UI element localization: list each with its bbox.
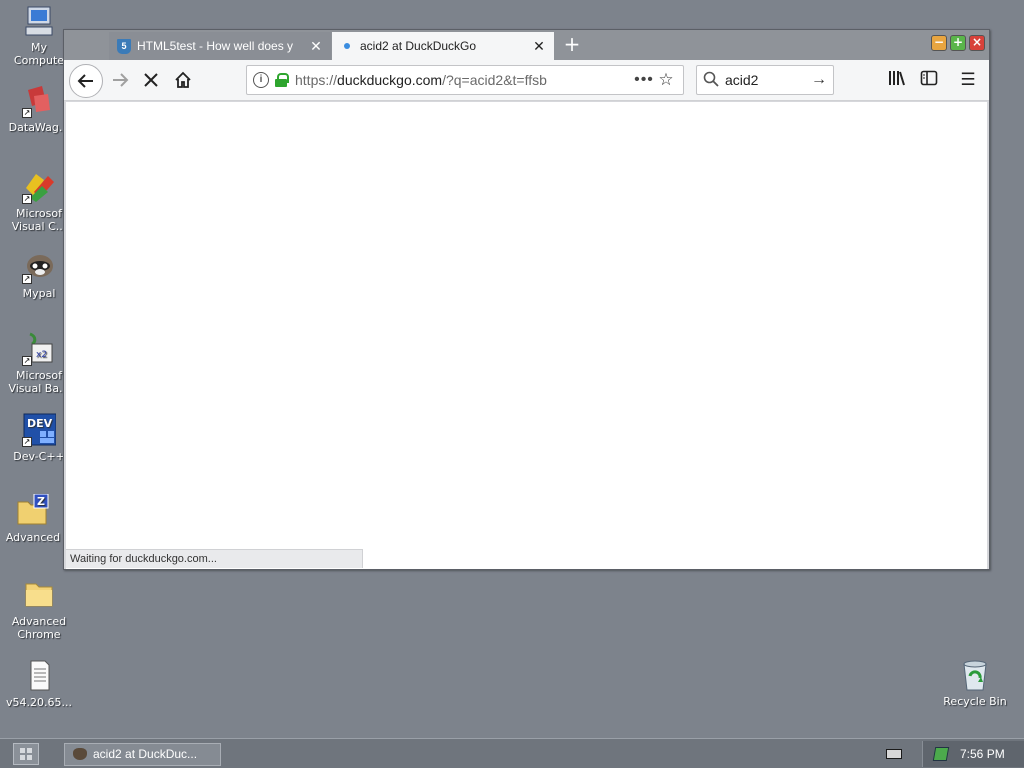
url-text[interactable]: https://duckduckgo.com/?q=acid2&t=ffsb	[295, 72, 633, 88]
desktop-icon-advanced[interactable]: Z Advanced	[0, 493, 71, 544]
bookmark-star-icon[interactable]: ☆	[655, 70, 677, 90]
shortcut-arrow-icon: ↗	[22, 194, 32, 204]
minimize-button[interactable]: −	[931, 35, 947, 51]
shortcut-arrow-icon: ↗	[22, 437, 32, 447]
search-go-icon[interactable]: →	[809, 71, 827, 89]
start-grid-icon	[20, 748, 25, 753]
start-grid-icon	[20, 755, 25, 760]
desktop-icon-label: Advanced	[5, 531, 61, 544]
arrow-right-icon	[113, 73, 129, 87]
desktop-icon-label: v54.20.65...	[6, 696, 72, 709]
tab-label: acid2 at DuckDuckGo	[360, 39, 477, 53]
visual-basic-icon: x2 ↗	[22, 332, 56, 366]
url-path: /?q=acid2&t=ffsb	[442, 72, 547, 88]
visual-c-icon: ↗	[22, 170, 56, 204]
status-bar: Waiting for duckduckgo.com...	[66, 549, 363, 568]
taskbar: acid2 at DuckDuc... 7:56 PM	[0, 738, 1024, 768]
svg-text:Z: Z	[37, 495, 45, 508]
shortcut-arrow-icon: ↗	[22, 356, 32, 366]
keyboard-icon[interactable]	[886, 749, 902, 759]
start-grid-icon	[27, 748, 32, 753]
stop-button[interactable]	[136, 66, 166, 96]
folder-icon	[22, 578, 56, 612]
home-icon	[175, 71, 191, 88]
svg-text:DEV: DEV	[27, 417, 53, 430]
close-tab-icon[interactable]: ✕	[532, 38, 546, 55]
datawag-icon: ↗	[22, 84, 56, 118]
tab-bar: 5 HTML5test - How well does y ✕ acid2 at…	[64, 30, 989, 60]
navigation-toolbar: i https://duckduckgo.com/?q=acid2&t=ffsb…	[64, 60, 989, 101]
library-icon[interactable]	[886, 70, 908, 90]
hamburger-menu-icon[interactable]: ☰	[957, 70, 979, 90]
computer-icon	[22, 4, 56, 38]
system-tray: 7:56 PM	[922, 741, 1024, 767]
page-actions-icon[interactable]: •••	[633, 71, 655, 89]
sidebar-icon[interactable]	[918, 70, 940, 90]
stop-x-icon	[144, 73, 158, 87]
recycle-bin-icon	[958, 658, 992, 692]
page-content	[66, 102, 987, 569]
start-button[interactable]	[13, 743, 39, 765]
mypal-icon	[73, 748, 87, 760]
start-grid-icon	[27, 755, 32, 760]
html5-icon: 5	[117, 38, 131, 54]
text-file-icon	[22, 659, 56, 693]
arrow-left-icon	[77, 74, 93, 88]
tab-acid2[interactable]: acid2 at DuckDuckGo ✕	[332, 32, 554, 60]
tab-label: HTML5test - How well does y	[137, 39, 294, 53]
mypal-icon: ↗	[22, 250, 56, 284]
search-bar[interactable]: acid2 →	[696, 65, 834, 95]
maximize-button[interactable]: +	[950, 35, 966, 51]
close-window-button[interactable]: ×	[969, 35, 985, 51]
new-tab-button[interactable]: +	[561, 34, 583, 56]
lock-icon	[275, 73, 289, 87]
shortcut-arrow-icon: ↗	[22, 108, 32, 118]
search-icon	[703, 71, 721, 90]
desktop-icon-advanced-chrome[interactable]: Advanced Chrome	[1, 578, 77, 641]
network-icon[interactable]	[932, 747, 950, 761]
back-button[interactable]	[69, 64, 103, 98]
home-button[interactable]	[168, 66, 198, 96]
close-tab-icon[interactable]: ✕	[309, 38, 323, 55]
advanced-zip-icon: Z	[16, 493, 50, 528]
clock[interactable]: 7:56 PM	[960, 741, 1005, 767]
desktop-icon-label: Advanced Chrome	[11, 615, 67, 641]
forward-button[interactable]	[105, 66, 135, 96]
browser-window: 5 HTML5test - How well does y ✕ acid2 at…	[63, 29, 990, 570]
url-bar[interactable]: i https://duckduckgo.com/?q=acid2&t=ffsb…	[246, 65, 684, 95]
url-host: duckduckgo.com	[337, 72, 443, 88]
desktop-icon-text-file[interactable]: v54.20.65...	[1, 659, 77, 709]
shortcut-arrow-icon: ↗	[22, 274, 32, 284]
site-info-icon[interactable]: i	[253, 72, 269, 88]
url-prefix: https://	[295, 72, 338, 88]
taskbar-button-browser[interactable]: acid2 at DuckDuc...	[64, 743, 221, 766]
tab-html5test[interactable]: 5 HTML5test - How well does y ✕	[109, 32, 331, 60]
desktop-icon-recycle-bin[interactable]: Recycle Bin	[937, 658, 1013, 708]
desktop-icon-label: Recycle Bin	[943, 695, 1007, 708]
search-input[interactable]: acid2	[725, 72, 809, 88]
loading-dot-icon	[344, 43, 350, 49]
taskbar-button-label: acid2 at DuckDuc...	[93, 747, 198, 761]
svg-text:x2: x2	[36, 350, 47, 360]
devcpp-icon: DEV ↗	[22, 413, 57, 447]
